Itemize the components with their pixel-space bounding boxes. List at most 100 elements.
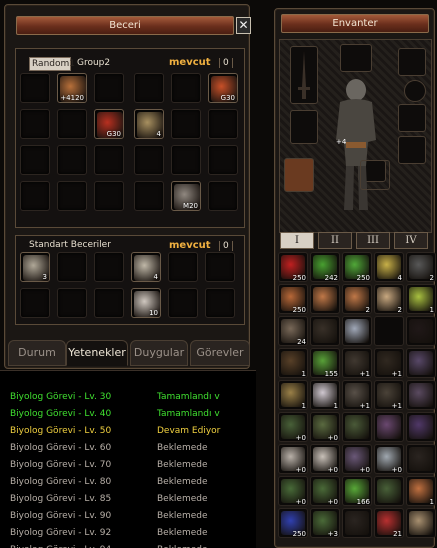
inventory-slot[interactable]: 2 (374, 284, 404, 314)
inventory-slot[interactable]: +0 (278, 476, 308, 506)
quest-row[interactable]: Biyolog Görevi - Lv. 60 Beklemede (10, 442, 250, 454)
skill-slot[interactable] (171, 109, 201, 139)
quest-row[interactable]: Biyolog Görevi - Lv. 30 Tamamlandı v (10, 391, 250, 403)
skill-slot[interactable] (134, 73, 164, 103)
skill-slot[interactable] (134, 145, 164, 175)
inventory-slot[interactable]: 1 (406, 284, 436, 314)
quest-row[interactable]: Biyolog Görevi - Lv. 80 Beklemede (10, 476, 250, 488)
skill-window-title[interactable]: Beceri (16, 16, 234, 35)
skill-slot[interactable] (94, 145, 124, 175)
inventory-slot[interactable] (406, 316, 436, 346)
skill-slot[interactable]: M20 (171, 181, 201, 211)
group-tab-1[interactable]: Random1 (29, 57, 75, 71)
inventory-slot[interactable]: 1 (406, 476, 436, 506)
inventory-slot[interactable] (310, 284, 340, 314)
inventory-slot[interactable]: +3 (310, 508, 340, 538)
inventory-slot[interactable]: 4 (374, 252, 404, 282)
skill-slot[interactable] (168, 252, 198, 282)
inventory-tab-4[interactable]: IV (394, 232, 428, 249)
inventory-slot[interactable]: +1 (342, 380, 372, 410)
group-tab-2[interactable]: Group2 (75, 57, 115, 71)
skill-slot[interactable] (57, 145, 87, 175)
skill-slot[interactable]: G30 (208, 73, 238, 103)
inventory-slot[interactable] (406, 508, 436, 538)
weapon-slot[interactable] (290, 46, 318, 104)
skill-slot[interactable] (57, 109, 87, 139)
inventory-slot[interactable]: +0 (374, 444, 404, 474)
inventory-slot[interactable]: 1 (278, 380, 308, 410)
skill-slot[interactable] (57, 288, 87, 318)
tab-duygular[interactable]: Duygular (130, 340, 188, 366)
skill-slot[interactable]: 4 (131, 252, 161, 282)
inventory-slot[interactable]: 1 (310, 380, 340, 410)
quest-row[interactable]: Biyolog Görevi - Lv. 50 Devam Ediyor (10, 425, 250, 437)
inventory-title[interactable]: Envanter (281, 14, 429, 33)
inventory-slot[interactable]: 21 (374, 508, 404, 538)
inventory-slot[interactable]: 250 (278, 284, 308, 314)
skill-slot[interactable] (171, 73, 201, 103)
skill-slot[interactable]: 4 (134, 109, 164, 139)
skill-slot[interactable] (57, 252, 87, 282)
inventory-slot[interactable]: +0 (278, 444, 308, 474)
boots-slot[interactable] (284, 158, 314, 192)
inventory-slot[interactable] (374, 316, 404, 346)
skill-slot[interactable] (20, 145, 50, 175)
inventory-slot[interactable] (406, 444, 436, 474)
inventory-slot[interactable]: 2 (342, 284, 372, 314)
inventory-slot[interactable] (342, 412, 372, 442)
inventory-slot[interactable]: +0 (310, 444, 340, 474)
inventory-tab-3[interactable]: III (356, 232, 390, 249)
inventory-slot[interactable]: +0 (278, 412, 308, 442)
skill-slot[interactable] (94, 73, 124, 103)
inventory-tab-1[interactable]: I (280, 232, 314, 249)
quest-row[interactable]: Biyolog Görevi - Lv. 85 Beklemede (10, 493, 250, 505)
quest-row[interactable]: Biyolog Görevi - Lv. 70 Beklemede (10, 459, 250, 471)
skill-slot[interactable] (208, 145, 238, 175)
shield-slot[interactable] (290, 110, 318, 144)
inventory-slot[interactable] (310, 316, 340, 346)
quest-row[interactable]: Biyolog Görevi - Lv. 92 Beklemede (10, 527, 250, 539)
inventory-slot[interactable] (406, 412, 436, 442)
skill-slot[interactable] (168, 288, 198, 318)
skill-slot[interactable] (208, 181, 238, 211)
inventory-slot[interactable]: +1 (342, 348, 372, 378)
quest-row[interactable]: Biyolog Görevi - Lv. 94Beklemede (10, 544, 250, 548)
skill-slot[interactable]: 10 (131, 288, 161, 318)
skill-slot[interactable]: 3 (20, 252, 50, 282)
skill-slot[interactable] (94, 181, 124, 211)
inventory-slot[interactable]: +1 (374, 348, 404, 378)
skill-slot[interactable] (94, 288, 124, 318)
inventory-slot[interactable]: +0 (342, 444, 372, 474)
inventory-slot[interactable] (406, 348, 436, 378)
skill-slot[interactable] (205, 252, 235, 282)
inventory-slot[interactable] (374, 476, 404, 506)
skill-slot[interactable] (20, 109, 50, 139)
inventory-slot[interactable]: 1 (278, 348, 308, 378)
skill-slot[interactable] (134, 181, 164, 211)
skill-slot[interactable] (57, 181, 87, 211)
tab-durum[interactable]: Durum (8, 340, 66, 366)
skill-slot[interactable] (208, 109, 238, 139)
skill-slot[interactable] (20, 181, 50, 211)
inventory-slot[interactable]: 242 (310, 252, 340, 282)
skill-slot[interactable] (94, 252, 124, 282)
inventory-slot[interactable]: 24 (278, 316, 308, 346)
belt-slot[interactable] (360, 160, 390, 190)
quest-row[interactable]: Biyolog Görevi - Lv. 90 Beklemede (10, 510, 250, 522)
helmet-slot[interactable] (340, 44, 372, 72)
tab-gorevler[interactable]: Görevler (190, 340, 250, 366)
tab-yetenekler[interactable]: Yetenekler (66, 340, 128, 366)
inventory-slot[interactable]: 250 (278, 252, 308, 282)
inventory-slot[interactable]: 155 (310, 348, 340, 378)
inventory-slot[interactable]: 2 (406, 252, 436, 282)
close-icon[interactable]: ✕ (236, 17, 251, 34)
necklace-slot[interactable] (398, 104, 426, 132)
inventory-slot[interactable]: 166 (342, 476, 372, 506)
inventory-slot[interactable]: +0 (310, 412, 340, 442)
inventory-slot[interactable]: 250 (342, 252, 372, 282)
inventory-slot[interactable] (374, 412, 404, 442)
skill-slot[interactable]: G30 (94, 109, 124, 139)
skill-slot[interactable]: +4120 (57, 73, 87, 103)
inventory-slot[interactable]: +0 (310, 476, 340, 506)
quest-row[interactable]: Biyolog Görevi - Lv. 40 Tamamlandı v (10, 408, 250, 420)
